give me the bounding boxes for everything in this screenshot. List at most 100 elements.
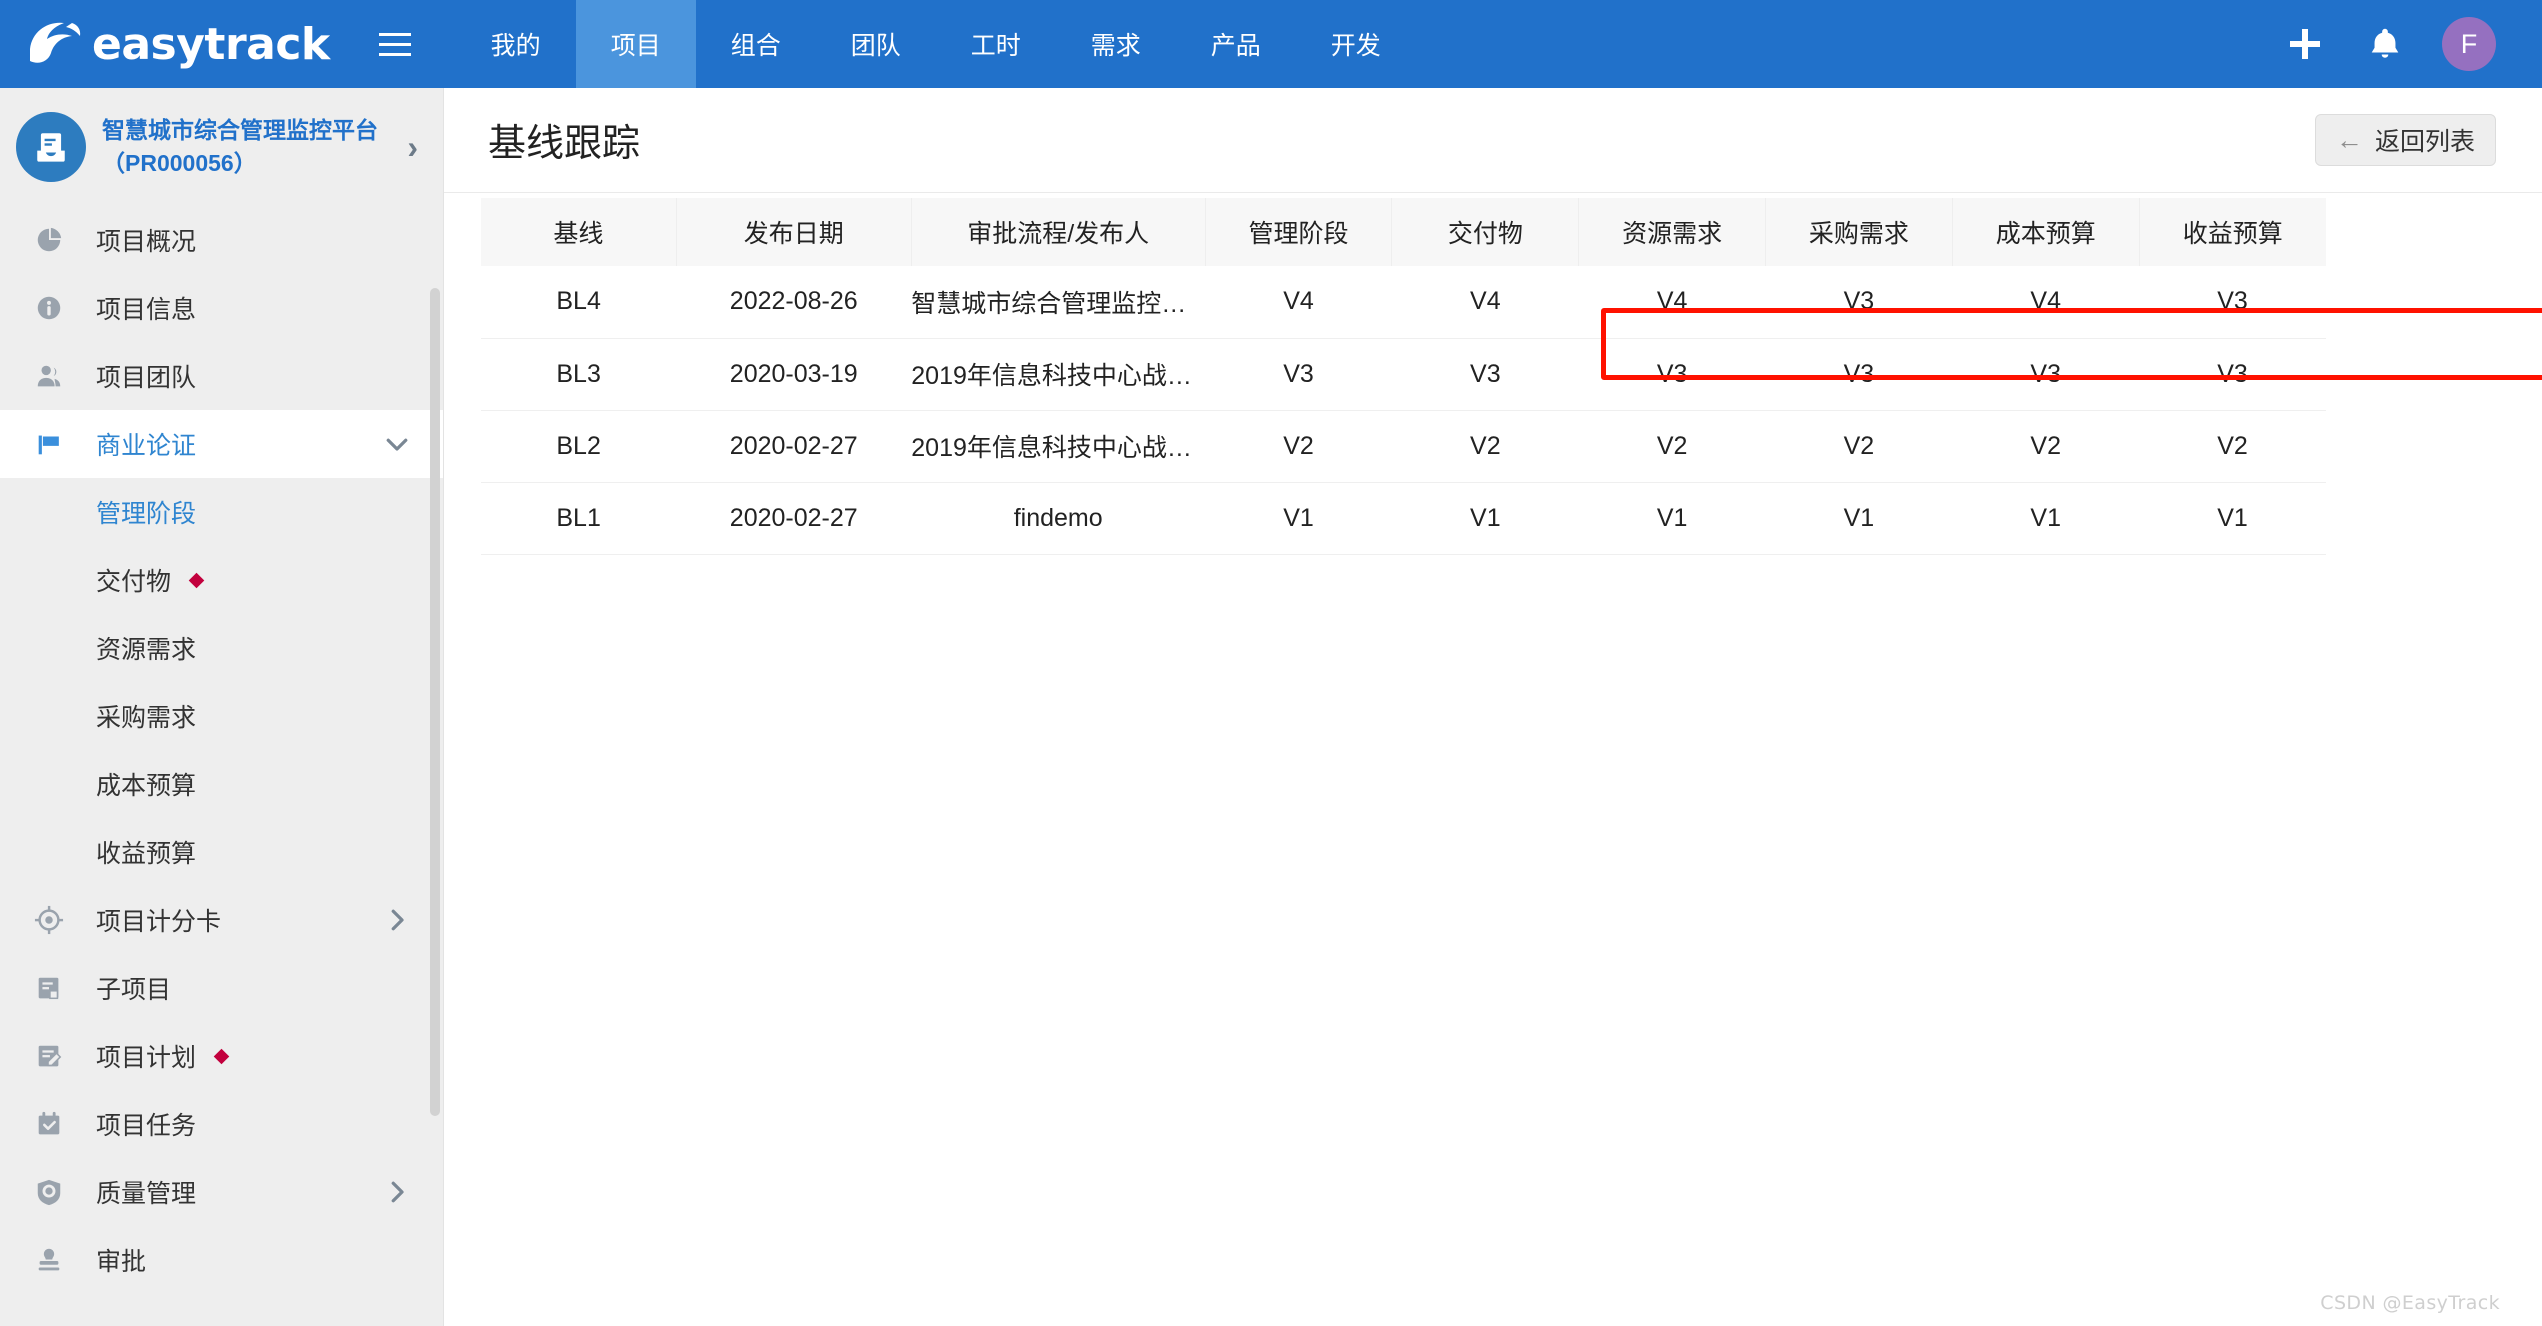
primary-nav: 我的 项目 组合 团队 工时 需求 产品 开发 <box>456 0 1416 88</box>
sidebar-subitem-management-stage[interactable]: 管理阶段 <box>0 478 444 546</box>
sidebar-subitem-benefit-budget[interactable]: 收益预算 <box>0 818 444 886</box>
column-header-benefit-budget[interactable]: 收益预算 <box>2139 198 2326 266</box>
cell-purchase-demand-version: V3 <box>1765 266 1953 339</box>
plus-icon[interactable] <box>2282 21 2328 67</box>
back-to-list-button[interactable]: ← 返回列表 <box>2314 114 2496 166</box>
sidebar-item-label: 项目团队 <box>96 364 197 392</box>
plan-edit-icon <box>34 1041 72 1071</box>
sidebar-item-label: 商业论证 <box>96 432 197 460</box>
sidebar-item-business-case[interactable]: 商业论证 <box>0 410 444 478</box>
chevron-right-icon[interactable]: › <box>407 129 426 166</box>
cell-release-date: 2020-02-27 <box>676 482 912 555</box>
table-body: BL4 2022-08-26 智慧城市综合管理监控平... V4 V4 V4 V… <box>481 266 2326 555</box>
sidebar-subitem-purchase-demand[interactable]: 采购需求 <box>0 682 444 750</box>
cell-approval-flow-link[interactable]: 智慧城市综合管理监控平... <box>911 266 1206 339</box>
hamburger-bar <box>378 32 411 36</box>
project-identity: 智慧城市综合管理监控平台 （PR000056） <box>102 114 407 181</box>
sidebar: 智慧城市综合管理监控平台 （PR000056） › 项目概况 项目信息 项目团队… <box>0 88 444 1326</box>
cell-cost-budget-version: V2 <box>1952 410 2140 483</box>
cell-management-stage-version: V2 <box>1205 410 1392 483</box>
cell-baseline: BL2 <box>481 410 677 483</box>
nav-tab-product[interactable]: 产品 <box>1176 0 1296 88</box>
cell-management-stage-version: V4 <box>1205 266 1392 339</box>
sidebar-subitem-cost-budget[interactable]: 成本预算 <box>0 750 444 818</box>
flag-icon <box>34 429 72 459</box>
table-row[interactable]: BL2 2020-02-27 2019年信息科技中心战略... V2 V2 V2… <box>481 410 2326 483</box>
cell-benefit-budget-version: V2 <box>2139 410 2326 483</box>
bell-icon[interactable] <box>2362 21 2408 67</box>
sidebar-item-scorecard[interactable]: 项目计分卡 <box>0 886 444 954</box>
project-name: 智慧城市综合管理监控平台 <box>102 116 378 143</box>
brand-name: easytrack <box>92 18 330 70</box>
baseline-table-wrapper: 基线 发布日期 审批流程/发布人 管理阶段 交付物 资源需求 采购需求 成本预算… <box>444 198 2542 555</box>
users-icon <box>34 361 72 391</box>
column-header-deliverables[interactable]: 交付物 <box>1391 198 1580 266</box>
column-header-cost-budget[interactable]: 成本预算 <box>1952 198 2140 266</box>
sidebar-scrollbar-thumb[interactable] <box>430 288 440 1116</box>
nav-right-actions: F <box>2282 17 2542 71</box>
hamburger-bar <box>378 52 411 56</box>
page-title: 基线跟踪 <box>488 123 641 165</box>
brand-logo-area[interactable]: easytrack <box>0 0 350 88</box>
arrow-left-icon: ← <box>2335 124 2363 155</box>
main-content: 基线跟踪 ← 返回列表 基线 发布日期 审批流程/发布人 管理阶段 交付物 资源… <box>444 88 2542 1326</box>
sidebar-subitem-label: 收益预算 <box>96 840 197 868</box>
nav-tab-portfolio[interactable]: 组合 <box>696 0 816 88</box>
sidebar-item-project-task[interactable]: 项目任务 <box>0 1090 444 1158</box>
column-header-management-stage[interactable]: 管理阶段 <box>1205 198 1393 266</box>
sidebar-subitem-label: 交付物 <box>96 568 172 596</box>
shield-icon <box>34 1177 72 1207</box>
chevron-down-icon[interactable] <box>382 429 412 459</box>
cell-baseline: BL1 <box>481 482 677 555</box>
sidebar-item-label: 项目计划 <box>96 1044 197 1072</box>
project-header[interactable]: 智慧城市综合管理监控平台 （PR000056） › <box>0 88 444 206</box>
table-row[interactable]: BL4 2022-08-26 智慧城市综合管理监控平... V4 V4 V4 V… <box>481 266 2326 339</box>
sidebar-subitem-label: 采购需求 <box>96 704 197 732</box>
nav-tab-develop[interactable]: 开发 <box>1296 0 1416 88</box>
watermark: CSDN @EasyTrack <box>2320 1292 2500 1314</box>
chevron-right-icon[interactable] <box>382 905 412 935</box>
nav-tab-timesheet[interactable]: 工时 <box>936 0 1056 88</box>
cell-deliverables-version: V3 <box>1391 338 1579 411</box>
cell-resource-demand-version: V1 <box>1578 482 1766 555</box>
sidebar-subitem-deliverables[interactable]: 交付物 <box>0 546 444 614</box>
column-header-approval-flow[interactable]: 审批流程/发布人 <box>911 198 1206 266</box>
nav-tab-project[interactable]: 项目 <box>575 0 696 88</box>
sidebar-item-project-plan[interactable]: 项目计划 <box>0 1022 444 1090</box>
sidebar-subitem-resource-demand[interactable]: 资源需求 <box>0 614 444 682</box>
avatar[interactable]: F <box>2442 17 2496 71</box>
unsaved-change-dot-icon <box>213 1048 230 1064</box>
cell-baseline: BL4 <box>481 266 677 339</box>
back-to-list-label: 返回列表 <box>2374 128 2475 156</box>
sidebar-item-label: 质量管理 <box>96 1180 197 1208</box>
chevron-right-icon[interactable] <box>382 1177 412 1207</box>
cell-approval-flow-link[interactable]: 2019年信息科技中心战略... <box>911 410 1206 483</box>
column-header-purchase-demand[interactable]: 采购需求 <box>1765 198 1953 266</box>
column-header-baseline[interactable]: 基线 <box>481 198 677 266</box>
cell-approval-flow-link[interactable]: 2019年信息科技中心战略... <box>911 338 1206 411</box>
table-row[interactable]: BL1 2020-02-27 findemo V1 V1 V1 V1 V1 V1 <box>481 482 2326 555</box>
baseline-tracking-table: 基线 发布日期 审批流程/发布人 管理阶段 交付物 资源需求 采购需求 成本预算… <box>481 198 2326 555</box>
sidebar-item-project-info[interactable]: 项目信息 <box>0 274 444 342</box>
column-header-release-date[interactable]: 发布日期 <box>676 198 912 266</box>
cell-benefit-budget-version: V1 <box>2139 482 2326 555</box>
cell-deliverables-version: V4 <box>1391 266 1579 339</box>
easytrack-logo-icon <box>26 15 86 73</box>
target-icon <box>34 905 72 935</box>
sidebar-item-approval[interactable]: 审批 <box>0 1226 444 1294</box>
table-row[interactable]: BL3 2020-03-19 2019年信息科技中心战略... V3 V3 V3… <box>481 338 2326 411</box>
sidebar-item-project-overview[interactable]: 项目概况 <box>0 206 444 274</box>
sidebar-menu: 项目概况 项目信息 项目团队 商业论证 管理阶段 交付物 资源需求 采购需求 成… <box>0 206 444 1294</box>
hamburger-icon[interactable] <box>368 0 422 88</box>
nav-tab-team[interactable]: 团队 <box>816 0 936 88</box>
cell-cost-budget-version: V1 <box>1952 482 2140 555</box>
sidebar-item-quality-management[interactable]: 质量管理 <box>0 1158 444 1226</box>
cell-purchase-demand-version: V1 <box>1765 482 1953 555</box>
sidebar-item-sub-project[interactable]: 子项目 <box>0 954 444 1022</box>
nav-tab-demand[interactable]: 需求 <box>1056 0 1176 88</box>
nav-tab-mine[interactable]: 我的 <box>456 0 576 88</box>
cell-management-stage-version: V1 <box>1205 482 1392 555</box>
cell-release-date: 2020-03-19 <box>676 338 912 411</box>
column-header-resource-demand[interactable]: 资源需求 <box>1578 198 1767 266</box>
sidebar-item-project-team[interactable]: 项目团队 <box>0 342 444 410</box>
